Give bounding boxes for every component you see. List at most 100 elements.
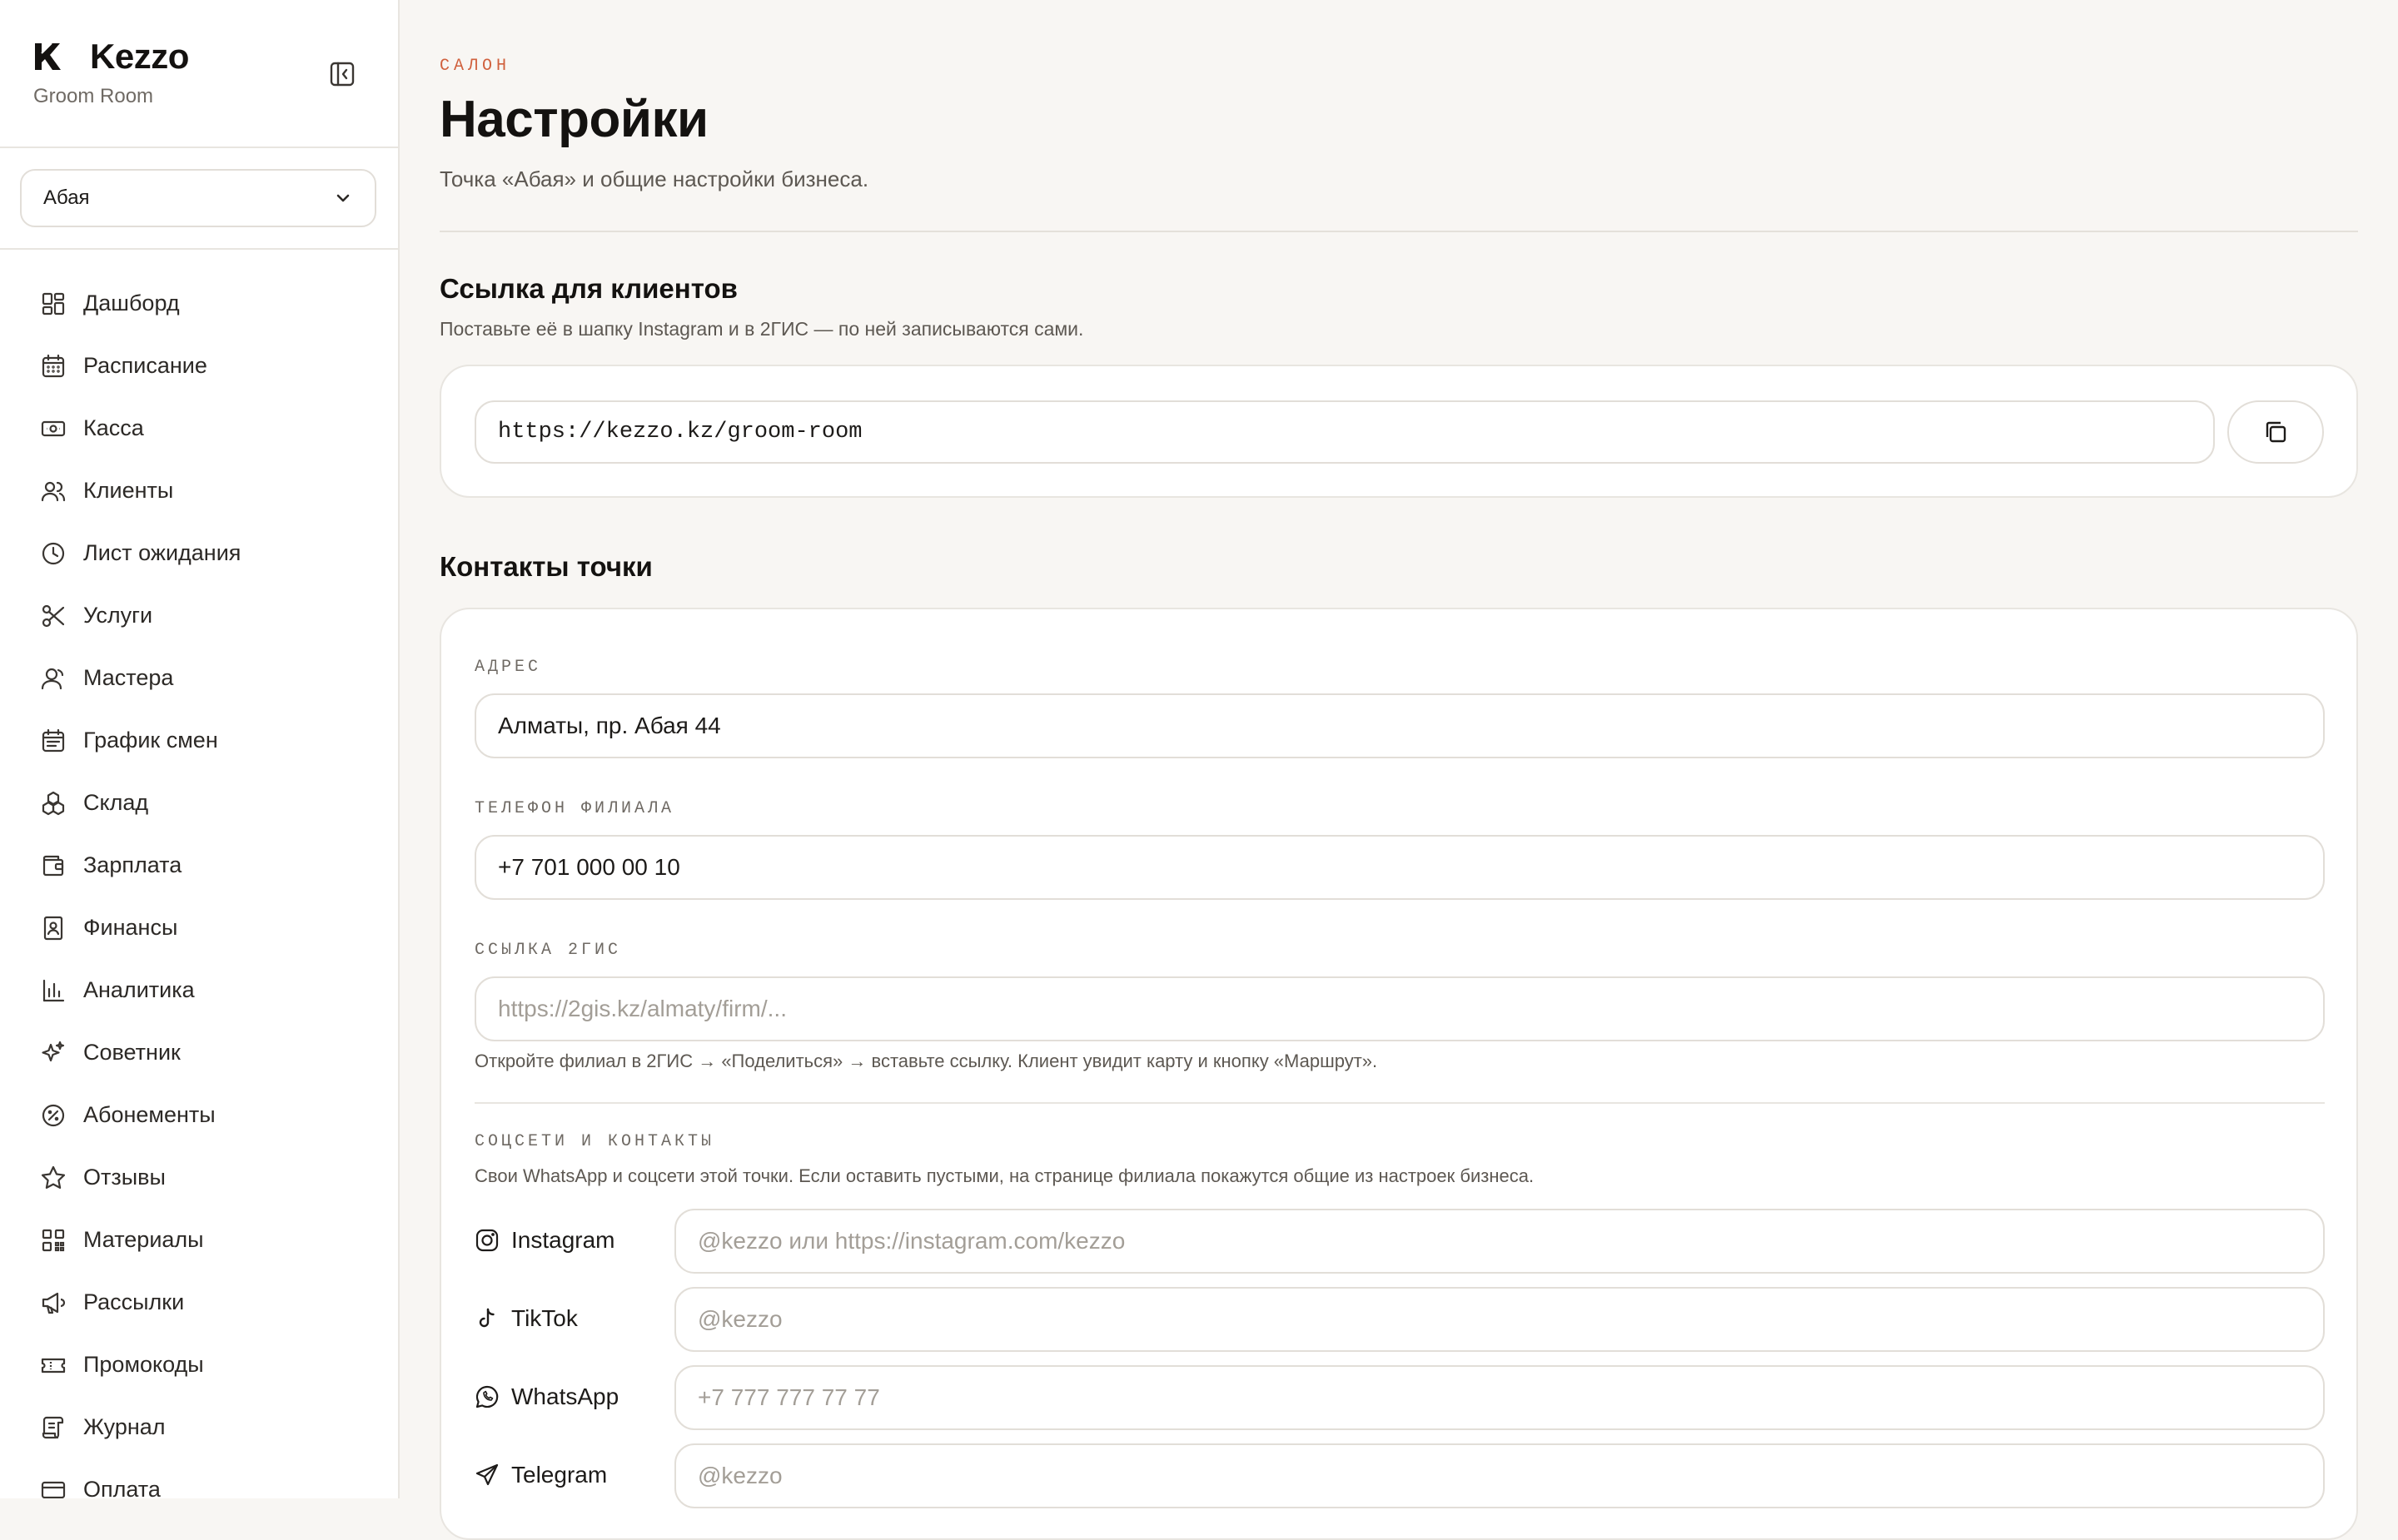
- sidebar-item-shifts[interactable]: График смен: [0, 709, 398, 772]
- scissors-icon: [42, 604, 65, 627]
- ledger-icon: [43, 916, 63, 940]
- telegram-input[interactable]: @kezzo: [674, 1443, 2325, 1508]
- sidebar-item-label: Склад: [83, 790, 149, 815]
- sidebar-item-warehouse[interactable]: Склад: [0, 772, 398, 834]
- copy-link-button[interactable]: [2227, 400, 2324, 464]
- staff-icon: [41, 668, 64, 689]
- instagram-label: Instagram: [511, 1227, 615, 1253]
- brand-name: Kezzo: [90, 37, 189, 76]
- star-icon: [41, 1165, 66, 1189]
- sidebar-item-cash[interactable]: Касса: [0, 397, 398, 460]
- sidebar-item-label: Абонементы: [83, 1102, 216, 1127]
- sidebar-nav: Дашборд Расписание Касса Клиенты Лист ож…: [0, 272, 398, 1498]
- whatsapp-label: WhatsApp: [511, 1384, 619, 1409]
- sidebar-item-payment[interactable]: Оплата: [0, 1458, 398, 1498]
- phone-input[interactable]: +7 701 000 00 10: [475, 835, 2325, 900]
- socials-label: СОЦСЕТИ И КОНТАКТЫ: [475, 1132, 715, 1151]
- branch-select[interactable]: Абая: [20, 169, 376, 227]
- sidebar-item-mailings[interactable]: Рассылки: [0, 1271, 398, 1334]
- address-label: АДРЕС: [475, 658, 542, 677]
- sidebar-divider: [0, 248, 398, 250]
- sidebar-item-finance[interactable]: Финансы: [0, 897, 398, 959]
- sidebar-item-label: Лист ожидания: [83, 540, 241, 565]
- chevron-down-icon: [336, 194, 350, 202]
- wallet-icon: [42, 855, 64, 876]
- instagram-row-label: Instagram: [475, 1227, 615, 1254]
- sidebar-item-label: Материалы: [83, 1227, 204, 1252]
- page-eyebrow: САЛОН: [440, 57, 511, 76]
- sidebar-item-promocodes[interactable]: Промокоды: [0, 1334, 398, 1396]
- page-title: Настройки: [440, 91, 709, 148]
- sidebar-item-services[interactable]: Услуги: [0, 584, 398, 647]
- sidebar-item-subscriptions[interactable]: Абонементы: [0, 1084, 398, 1146]
- sidebar-item-masters[interactable]: Мастера: [0, 647, 398, 709]
- sidebar-item-label: Рассылки: [83, 1289, 185, 1314]
- sidebar-item-label: Услуги: [83, 603, 153, 628]
- sidebar-item-label: Расписание: [83, 353, 207, 378]
- sidebar-item-dashboard[interactable]: Дашборд: [0, 272, 398, 335]
- whatsapp-input[interactable]: +7 777 777 77 77: [674, 1365, 2325, 1430]
- sidebar-item-clients[interactable]: Клиенты: [0, 460, 398, 522]
- sidebar-item-analytics[interactable]: Аналитика: [0, 959, 398, 1021]
- tiktok-row-label: TikTok: [475, 1305, 578, 1332]
- sidebar-item-schedule[interactable]: Расписание: [0, 335, 398, 397]
- sidebar-item-label: Дашборд: [83, 291, 180, 315]
- sidebar-item-reviews[interactable]: Отзывы: [0, 1146, 398, 1209]
- contacts-divider: [475, 1102, 2325, 1104]
- tiktok-input[interactable]: @kezzo: [674, 1287, 2325, 1352]
- sidebar-item-label: Аналитика: [83, 977, 195, 1002]
- bar-chart-icon: [42, 979, 65, 1001]
- calendar-grid-icon: [42, 728, 65, 752]
- tiktok-label: TikTok: [511, 1305, 578, 1331]
- telegram-row-label: Telegram: [475, 1462, 607, 1488]
- sidebar-item-materials[interactable]: Материалы: [0, 1209, 398, 1271]
- brand[interactable]: Kezzo: [33, 37, 189, 77]
- card-icon: [41, 1481, 66, 1498]
- instagram-input[interactable]: @kezzo или https://instagram.com/kezzo: [674, 1209, 2325, 1274]
- gis-link-hint: Откройте филиал в 2ГИС → «Поделиться» → …: [475, 1051, 1378, 1071]
- sidebar-divider: [0, 147, 398, 148]
- client-link-title: Ссылка для клиентов: [440, 273, 738, 304]
- sidebar-item-label: Финансы: [83, 915, 178, 940]
- users-icon: [41, 481, 66, 501]
- sidebar-item-label: Мастера: [83, 665, 174, 690]
- ticket-icon: [41, 1358, 66, 1373]
- sidebar-item-label: График смен: [83, 728, 218, 753]
- sidebar-item-label: Журнал: [83, 1414, 166, 1439]
- cash-icon: [41, 420, 66, 436]
- header-divider: [440, 231, 2358, 232]
- sidebar-item-label: Клиенты: [83, 478, 174, 503]
- contacts-title: Контакты точки: [440, 551, 653, 582]
- gis-link-input[interactable]: https://2gis.kz/almaty/firm/...: [475, 976, 2325, 1041]
- qr-icon: [42, 1229, 65, 1251]
- branch-select-value: Абая: [43, 186, 90, 209]
- sidebar-item-label: Зарплата: [83, 852, 182, 877]
- sidebar-item-label: Промокоды: [83, 1352, 204, 1377]
- address-input[interactable]: Алматы, пр. Абая 44: [475, 693, 2325, 758]
- whatsapp-icon: [475, 1385, 499, 1408]
- boxes-icon: [42, 791, 65, 815]
- telegram-label: Telegram: [511, 1462, 608, 1488]
- megaphone-icon: [42, 1292, 66, 1314]
- sidebar-item-journal[interactable]: Журнал: [0, 1396, 398, 1458]
- client-link-url-field[interactable]: https://kezzo.kz/groom-room: [475, 400, 2215, 464]
- sidebar-item-salary[interactable]: Зарплата: [0, 834, 398, 897]
- client-link-card: https://kezzo.kz/groom-room: [440, 365, 2358, 498]
- contacts-card: АДРЕС Алматы, пр. Абая 44 ТЕЛЕФОН ФИЛИАЛ…: [440, 608, 2358, 1540]
- sidebar-item-advisor[interactable]: Советник: [0, 1021, 398, 1084]
- phone-label: ТЕЛЕФОН ФИЛИАЛА: [475, 799, 675, 818]
- clock-icon: [42, 542, 65, 564]
- instagram-icon: [475, 1229, 499, 1252]
- tiktok-icon: [479, 1308, 495, 1328]
- telegram-icon: [475, 1463, 499, 1486]
- sidebar-item-label: Отзывы: [83, 1165, 166, 1190]
- client-link-description: Поставьте её в шапку Instagram и в 2ГИС …: [440, 318, 1084, 340]
- scroll-icon: [42, 1416, 64, 1438]
- sparkles-icon: [42, 1041, 65, 1061]
- dashboard-icon: [42, 292, 65, 315]
- business-name: Groom Room: [33, 85, 154, 107]
- sidebar: Kezzo Groom Room Абая Дашборд Расписание: [0, 0, 400, 1498]
- badge-percent-icon: [42, 1104, 65, 1126]
- sidebar-item-waitlist[interactable]: Лист ожидания: [0, 522, 398, 584]
- collapse-sidebar-button[interactable]: [328, 60, 356, 88]
